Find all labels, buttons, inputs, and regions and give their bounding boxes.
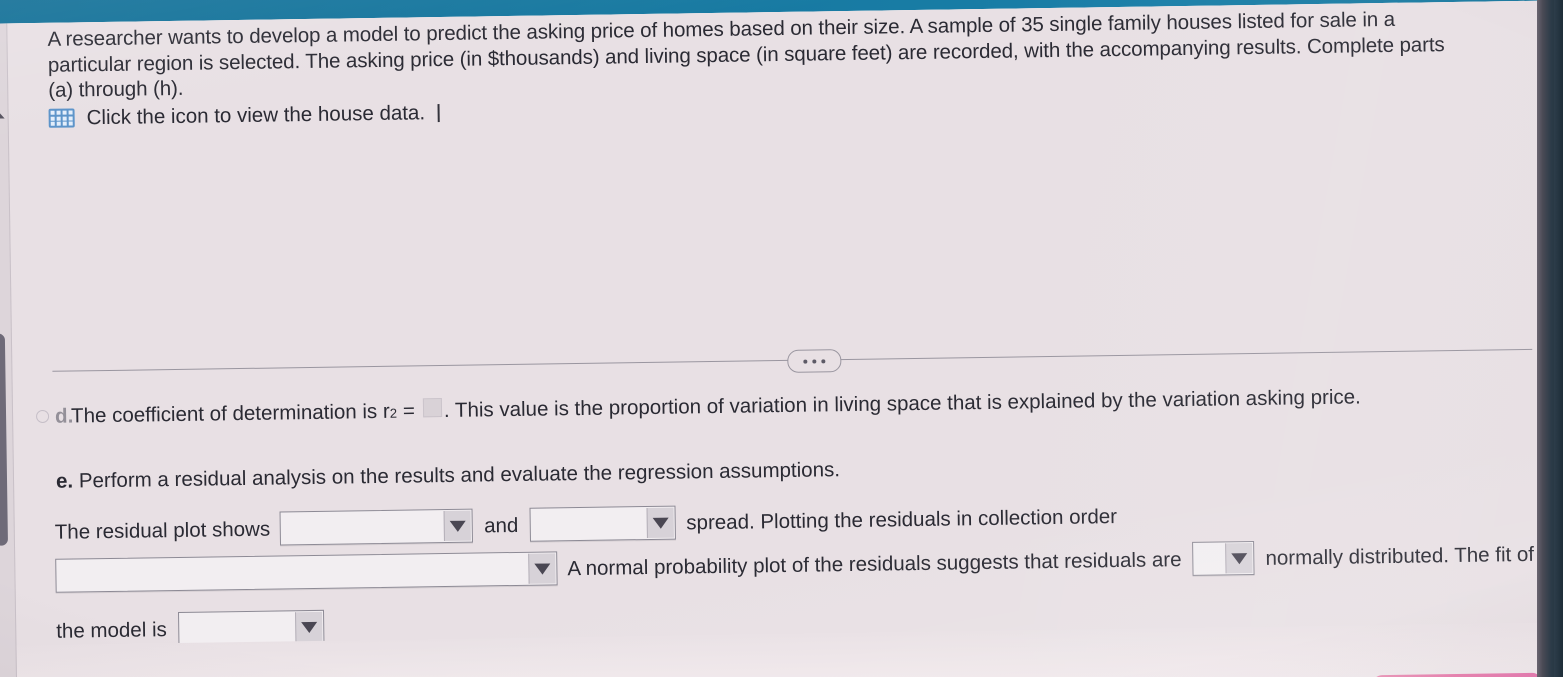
- dot-icon: [821, 358, 826, 363]
- chevron-down-icon[interactable]: [646, 507, 674, 539]
- model-fit-lead: the model is: [56, 617, 167, 643]
- normal-plot-lead: A normal probability plot of the residua…: [567, 547, 1182, 580]
- part-e-sentence: The residual plot shows and spread. Plot…: [55, 493, 1534, 646]
- screen-content: A researcher wants to develop a model to…: [0, 0, 1563, 677]
- part-e-label: e.: [55, 469, 74, 493]
- part-e-heading-row: e. Perform a residual analysis on the re…: [56, 446, 1524, 495]
- scroll-up-icon[interactable]: [0, 109, 5, 119]
- chevron-down-icon[interactable]: [443, 510, 472, 542]
- part-d-text-before: The coefficient of determination is r: [70, 399, 390, 428]
- residual-plot-dropdown-1[interactable]: [279, 508, 474, 546]
- part-d-equals: =: [402, 399, 416, 423]
- residual-plot-lead: The residual plot shows: [54, 517, 271, 544]
- photo-of-screen: A researcher wants to develop a model to…: [0, 0, 1563, 677]
- part-d-row: d. The coefficient of determination is r…: [35, 381, 1523, 432]
- part-e-heading-text: Perform a residual analysis on the resul…: [78, 458, 841, 493]
- chevron-down-icon[interactable]: [294, 611, 322, 643]
- section-divider: [52, 339, 1533, 381]
- collection-order-dropdown-3[interactable]: [55, 551, 558, 593]
- residual-plot-conjunction: and: [483, 513, 519, 537]
- chevron-down-icon[interactable]: [528, 553, 556, 584]
- part-d-superscript: 2: [389, 405, 398, 421]
- answers-region: d. The coefficient of determination is r…: [35, 381, 1534, 646]
- data-link-text[interactable]: Click the icon to view the house data.: [86, 101, 425, 130]
- normality-dropdown-4[interactable]: [1192, 541, 1255, 576]
- question-pane: A researcher wants to develop a model to…: [7, 0, 1563, 677]
- question-content: A researcher wants to develop a model to…: [47, 6, 1468, 131]
- dot-icon: [812, 358, 817, 364]
- residual-plot-tail: spread. Plotting the residuals in collec…: [686, 504, 1118, 534]
- table-grid-icon[interactable]: [48, 108, 75, 128]
- normal-plot-tail: normally distributed. The fit of: [1265, 542, 1535, 570]
- part-e-row-1: The residual plot shows and spread. Plot…: [55, 499, 1118, 549]
- left-scrollbar-thumb[interactable]: [0, 333, 8, 546]
- part-d-text-after: . This value is the proportion of variat…: [443, 385, 1361, 423]
- r-squared-input[interactable]: [422, 398, 443, 418]
- dot-icon: [803, 359, 808, 364]
- primary-button[interactable]: [1372, 672, 1543, 677]
- more-options-button[interactable]: [787, 349, 842, 373]
- residual-plot-dropdown-2[interactable]: [529, 505, 676, 542]
- monitor-bezel-edge: [1554, 0, 1563, 677]
- part-d-radio[interactable]: [35, 409, 50, 424]
- chevron-down-icon[interactable]: [1225, 543, 1253, 574]
- part-d-label: d.: [54, 404, 74, 428]
- text-caret: [437, 103, 440, 122]
